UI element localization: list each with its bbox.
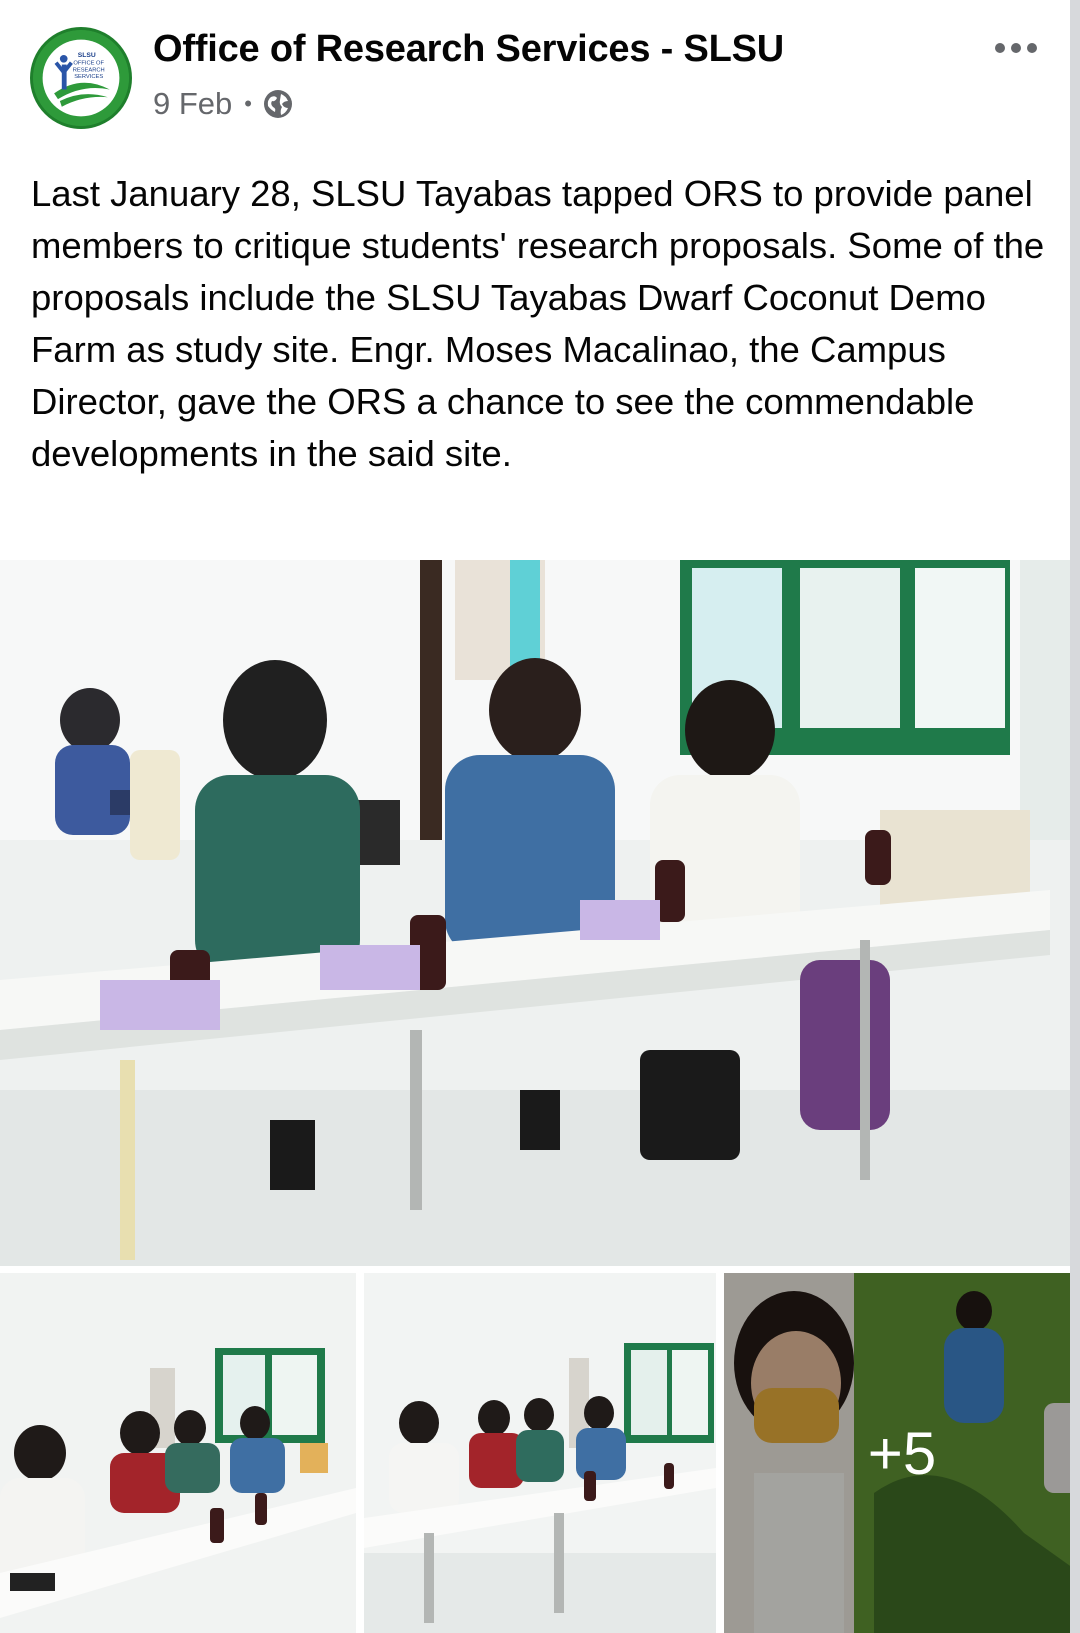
meta-separator: • (244, 91, 252, 116)
svg-text:SERVICES: SERVICES (74, 74, 103, 80)
thumbnail-photo-1[interactable] (0, 1273, 356, 1633)
facebook-post: SLSU OFFICE OF RESEARCH SERVICES Office … (0, 0, 1080, 1633)
ors-logo: SLSU OFFICE OF RESEARCH SERVICES (33, 30, 129, 126)
post-date[interactable]: 9 Feb (153, 86, 232, 122)
scrollbar-track[interactable] (1070, 0, 1080, 1633)
svg-text:SLSU: SLSU (78, 52, 96, 59)
svg-text:OFFICE OF: OFFICE OF (73, 61, 104, 67)
svg-text:RESEARCH: RESEARCH (73, 67, 105, 73)
globe-icon (262, 88, 294, 120)
more-options-icon[interactable] (986, 30, 1046, 66)
thumbnail-photo-2[interactable] (364, 1273, 716, 1633)
main-photo[interactable] (0, 560, 1080, 1266)
post-meta: 9 Feb • (153, 84, 294, 124)
page-avatar[interactable]: SLSU OFFICE OF RESEARCH SERVICES (30, 27, 132, 129)
page-name[interactable]: Office of Research Services - SLSU (153, 28, 784, 71)
post-caption: Last January 28, SLSU Tayabas tapped ORS… (31, 173, 1045, 474)
thumbnail-photo-3[interactable]: +5 (724, 1273, 1080, 1633)
more-photos-overlay[interactable]: +5 (724, 1273, 1080, 1633)
post-header: SLSU OFFICE OF RESEARCH SERVICES Office … (0, 0, 1080, 145)
photo-grid: +5 (0, 560, 1080, 1633)
